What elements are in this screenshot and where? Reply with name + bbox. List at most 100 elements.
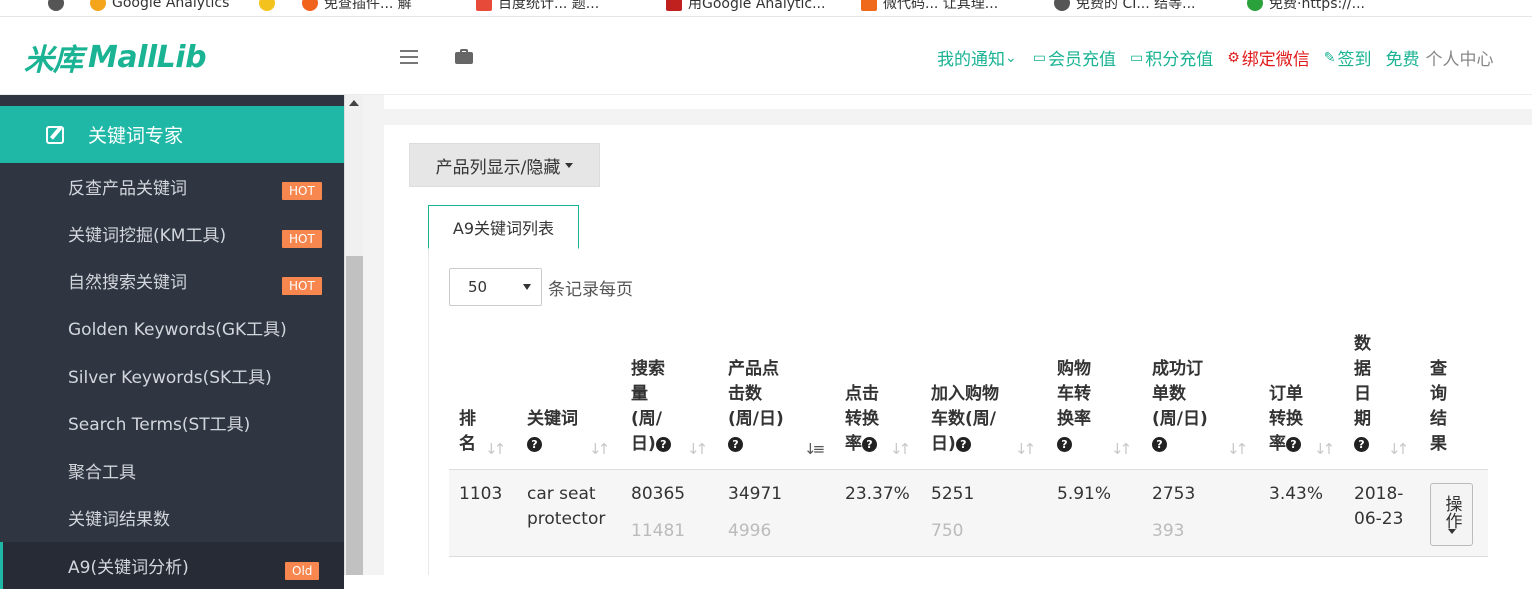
- cell-product-clicks: 34971 4996: [718, 469, 835, 557]
- bookmark-icon: [1247, 0, 1263, 11]
- bookmark-4[interactable]: 百度统计... 题...: [476, 0, 599, 13]
- old-badge: Old: [285, 562, 320, 580]
- bookmarks-bar: Google Analytics 免查插件... 解 百度统计... 题... …: [0, 0, 1532, 17]
- table-header-row: 排名 ↓↑ 关键词? ↓↑ 搜索量 (周/日)? ↓↑ 产品点 击数 (周/日)? ↓≡ 点击…: [449, 332, 1488, 470]
- table-row: 1103 car seat protector 80365 11481 34971…: [449, 469, 1488, 557]
- tab-body: 50 条记录每页 排名 ↓↑ 关键词? ↓↑ 搜索量 (周/日)? ↓↑ 产品点 击数 (周…: [428, 248, 1507, 575]
- help-icon[interactable]: ?: [728, 436, 743, 452]
- bookmark-icon: [861, 0, 877, 11]
- sort-icon[interactable]: ↓↑: [1227, 437, 1248, 458]
- help-icon[interactable]: ?: [862, 436, 877, 452]
- free-label[interactable]: 免费: [1386, 45, 1420, 70]
- cell-orders: 2753 393: [1142, 469, 1259, 557]
- notifications-link[interactable]: 我的通知 ⌄: [937, 45, 1019, 71]
- sidebar-item-search-terms[interactable]: Search Terms(ST工具): [0, 399, 344, 446]
- help-icon[interactable]: ?: [1057, 436, 1072, 452]
- sidebar-item-keyword-results[interactable]: 关键词结果数: [0, 494, 344, 541]
- chevron-down-icon: ⌄: [1005, 49, 1017, 66]
- column-toggle-button[interactable]: 产品列显示/隐藏: [409, 143, 600, 187]
- cell-search-volume: 80365 11481: [621, 469, 718, 557]
- sidebar-item-golden-keywords[interactable]: Golden Keywords(GK工具): [0, 304, 344, 351]
- menu-toggle-icon[interactable]: [400, 50, 418, 64]
- hot-badge: HOT: [282, 230, 322, 248]
- cell-order-cvr: 3.43%: [1259, 469, 1344, 557]
- sort-icon[interactable]: ↓↑: [1111, 437, 1132, 458]
- sidebar-item-organic-keywords[interactable]: 自然搜索关键词 HOT: [0, 257, 344, 304]
- briefcase-icon[interactable]: [455, 49, 473, 64]
- bookmark-3[interactable]: 免查插件... 解: [302, 0, 412, 13]
- logo-text-cn: 米库: [24, 43, 83, 78]
- caret-down-icon: [1447, 529, 1456, 534]
- column-header-search-volume[interactable]: 搜索量 (周/日)? ↓↑: [621, 332, 718, 470]
- sidebar-section-keyword-expert[interactable]: 关键词专家: [0, 106, 344, 163]
- scroll-thumb[interactable]: [346, 256, 363, 575]
- column-header-product-clicks[interactable]: 产品点 击数 (周/日)? ↓≡: [718, 332, 835, 470]
- caret-down-icon: [565, 162, 574, 168]
- cell-rank: 1103: [449, 469, 517, 557]
- help-icon[interactable]: ?: [955, 436, 971, 452]
- column-header-orders[interactable]: 成功订 单数 (周/日)? ↓↑: [1142, 332, 1259, 470]
- cell-click-cvr: 23.37%: [835, 469, 921, 557]
- sort-icon[interactable]: ↓↑: [687, 437, 708, 458]
- column-header-cart-cvr[interactable]: 购物 车转 换率? ↓↑: [1047, 332, 1142, 470]
- user-center-link[interactable]: 个人中心: [1426, 45, 1494, 70]
- help-icon[interactable]: ?: [1152, 436, 1167, 452]
- help-icon[interactable]: ?: [527, 436, 542, 452]
- bookmark-5[interactable]: 用Google Analytic...: [666, 0, 825, 13]
- tab-a9-keyword-list[interactable]: A9关键词列表: [428, 205, 579, 249]
- bookmark-8[interactable]: 免费·https://...: [1247, 0, 1365, 13]
- sort-icon[interactable]: ↓↑: [1015, 437, 1036, 458]
- help-icon[interactable]: ?: [655, 436, 671, 452]
- bookmark-2[interactable]: [259, 0, 281, 13]
- bookmark-6[interactable]: 微代码... 让其理...: [861, 0, 998, 13]
- sidebar-item-reverse-lookup[interactable]: 反查产品关键词 HOT: [0, 163, 344, 210]
- edit-icon: ✎: [1323, 49, 1336, 66]
- hot-badge: HOT: [282, 182, 322, 200]
- help-icon[interactable]: ?: [1354, 436, 1369, 452]
- sort-icon[interactable]: ↓↑: [1314, 437, 1335, 458]
- github-icon: [48, 0, 64, 11]
- column-header-date[interactable]: 数据日期? ↓↑: [1344, 332, 1420, 470]
- content-panel: 产品列显示/隐藏 A9关键词列表 50 条记录每页 排名 ↓↑ 关键词? ↓↑ 搜索…: [384, 125, 1532, 575]
- sidebar-item-keyword-mining[interactable]: 关键词挖掘(KM工具) HOT: [0, 210, 344, 257]
- site-logo[interactable]: 米库 MallLib: [24, 39, 207, 79]
- sidebar-item-silver-keywords[interactable]: Silver Keywords(SK工具): [0, 352, 344, 399]
- column-header-keyword[interactable]: 关键词? ↓↑: [517, 332, 621, 470]
- sign-in-link[interactable]: ✎ 签到: [1323, 45, 1372, 71]
- column-header-query-result: 查询结果: [1420, 332, 1488, 470]
- main-content: 产品列显示/隐藏 A9关键词列表 50 条记录每页 排名 ↓↑ 关键词? ↓↑ 搜索…: [363, 95, 1532, 575]
- page-length-control: 50 条记录每页: [449, 268, 633, 306]
- scroll-up-arrow-icon[interactable]: [349, 100, 359, 106]
- page-length-select[interactable]: 50: [449, 268, 542, 306]
- action-dropdown-button[interactable]: 操作: [1430, 483, 1473, 546]
- bookmark-github[interactable]: [48, 0, 70, 13]
- sidebar: 关键词专家 反查产品关键词 HOT 关键词挖掘(KM工具) HOT 自然搜索关键词 H…: [0, 95, 344, 589]
- gear-icon: ⚙: [1227, 49, 1240, 66]
- bookmark-7[interactable]: 免费的 CI... 结等...: [1054, 0, 1196, 13]
- bookmark-google-analytics[interactable]: Google Analytics: [90, 0, 229, 13]
- column-header-add-to-cart[interactable]: 加入购物 车数(周/日)? ↓↑: [921, 332, 1047, 470]
- logo-text-en: MallLib: [88, 39, 207, 75]
- cell-date: 2018-06-23: [1344, 469, 1420, 557]
- column-header-click-cvr[interactable]: 点击 转换率? ↓↑: [835, 332, 921, 470]
- edit-icon: [46, 125, 64, 144]
- sort-desc-icon[interactable]: ↓≡: [804, 437, 825, 458]
- sidebar-item-aggregate-tools[interactable]: 聚合工具: [0, 447, 344, 494]
- content-top-strip: [384, 95, 1532, 109]
- bind-wechat-link[interactable]: ⚙ 绑定微信: [1227, 45, 1310, 71]
- bookmark-icon: [476, 0, 492, 11]
- bookmark-icon: [666, 0, 682, 11]
- points-recharge-link[interactable]: ▭ 积分充值: [1130, 45, 1213, 71]
- column-header-rank[interactable]: 排名 ↓↑: [449, 332, 517, 470]
- bookmark-icon: [302, 0, 318, 11]
- help-icon[interactable]: ?: [1286, 436, 1301, 452]
- sort-icon[interactable]: ↓↑: [890, 437, 911, 458]
- sort-icon[interactable]: ↓↑: [1388, 437, 1409, 458]
- credit-card-icon: ▭: [1032, 49, 1046, 66]
- column-header-order-cvr[interactable]: 订单 转换率? ↓↑: [1259, 332, 1344, 470]
- sort-icon[interactable]: ↓↑: [589, 437, 610, 458]
- sort-icon[interactable]: ↓↑: [485, 437, 506, 458]
- sidebar-scrollbar[interactable]: [344, 95, 363, 575]
- sidebar-item-a9-analysis[interactable]: A9(关键词分析) Old: [0, 542, 344, 589]
- member-recharge-link[interactable]: ▭ 会员充值: [1032, 45, 1116, 71]
